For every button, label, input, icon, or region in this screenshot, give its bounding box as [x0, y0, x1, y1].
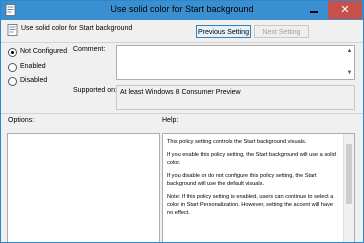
help-scrollbar[interactable] [343, 134, 354, 242]
radio-button[interactable] [8, 48, 17, 57]
help-paragraph: If you enable this policy setting, the S… [167, 152, 336, 166]
help-label: Help: [162, 117, 179, 124]
radio-label: Disabled [20, 77, 48, 84]
scroll-thumb[interactable] [346, 144, 352, 204]
help-text: This policy setting controls the Start b… [167, 138, 339, 222]
section-separator [1, 113, 363, 114]
setting-name-label: Use solid color for Start background [21, 25, 133, 32]
policy-editor-window: Use solid color for Start background ✕ U… [0, 0, 364, 243]
options-label: Options: [8, 117, 35, 124]
radio-button[interactable] [8, 77, 17, 86]
minimize-icon [310, 11, 318, 13]
header-separator [1, 42, 363, 43]
scroll-up-icon[interactable]: ▲ [345, 47, 354, 56]
help-paragraph: Note: If this policy setting is enabled,… [167, 194, 334, 216]
close-button[interactable]: ✕ [328, 1, 362, 19]
supported-on-value: At least Windows 8 Consumer Preview [120, 89, 241, 96]
help-panel: This policy setting controls the Start b… [162, 133, 355, 242]
scroll-down-icon[interactable]: ▼ [345, 69, 354, 78]
previous-setting-button[interactable]: Previous Setting [196, 25, 251, 38]
comment-label: Comment: [73, 46, 106, 53]
policy-setting-icon [7, 24, 18, 36]
next-setting-button[interactable]: Next Setting [254, 25, 309, 38]
options-panel [7, 133, 160, 242]
minimize-button[interactable] [301, 1, 327, 19]
comment-textarea[interactable]: ▲ ▼ [116, 45, 355, 80]
radio-button[interactable] [8, 63, 17, 72]
help-paragraph: This policy setting controls the Start b… [167, 139, 307, 145]
title-bar: Use solid color for Start background ✕ [1, 1, 363, 20]
supported-on-field: At least Windows 8 Consumer Preview [116, 85, 355, 110]
close-icon: ✕ [340, 4, 350, 16]
help-paragraph: If you disable or do not configure this … [167, 173, 317, 187]
radio-label: Not Configured [20, 48, 68, 55]
radio-label: Enabled [20, 63, 46, 70]
supported-on-label: Supported on: [73, 87, 117, 94]
